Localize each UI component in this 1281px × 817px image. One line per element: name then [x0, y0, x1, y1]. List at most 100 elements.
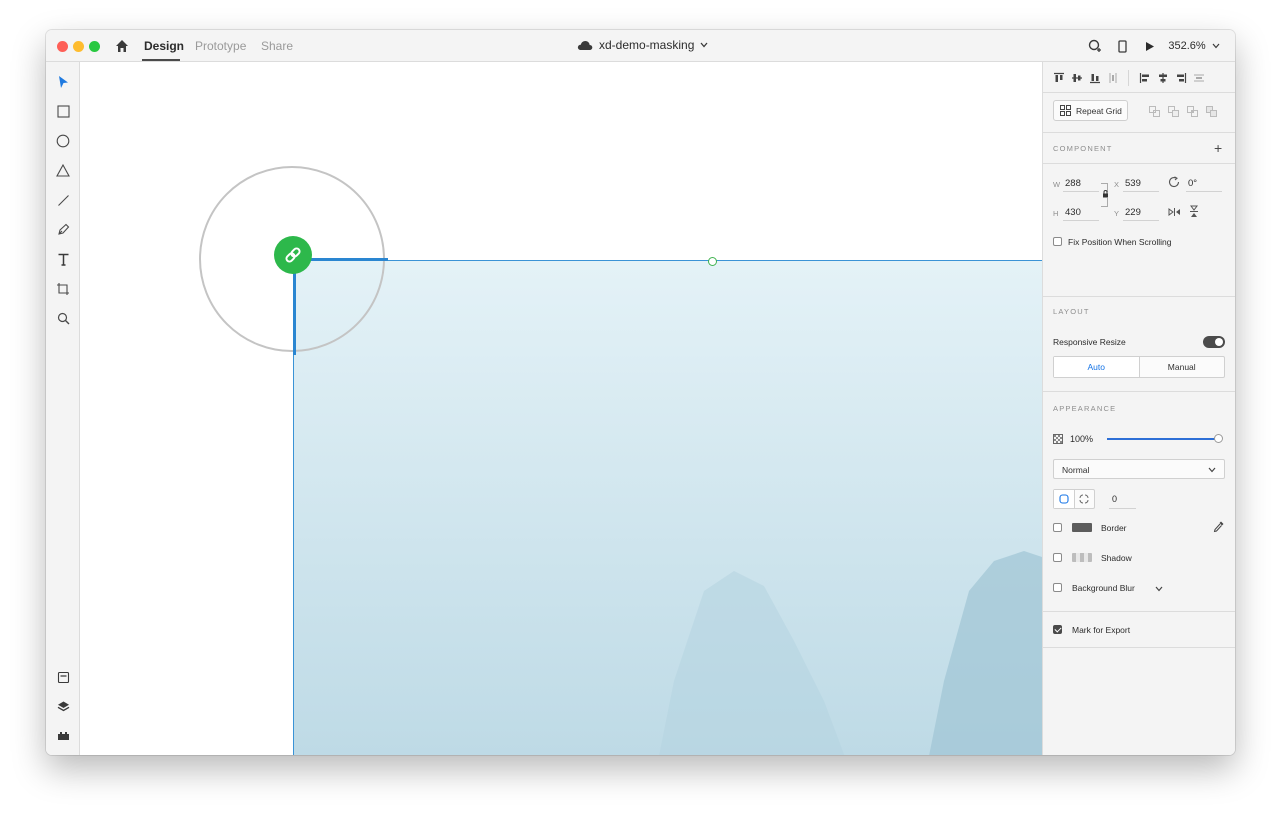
pen-tool-icon[interactable]: [54, 220, 72, 238]
resize-handle[interactable]: [708, 257, 717, 266]
opacity-slider-track[interactable]: [1107, 438, 1217, 440]
rotation-field[interactable]: 0°: [1188, 178, 1197, 189]
opacity-icon: [1053, 434, 1063, 446]
minimize-window-button[interactable]: [73, 41, 84, 52]
add-component-button[interactable]: +: [1214, 140, 1222, 156]
lock-icon[interactable]: [1102, 190, 1109, 200]
play-preview-icon[interactable]: [1143, 36, 1157, 56]
tab-share[interactable]: Share: [261, 39, 293, 53]
zoom-level-dropdown[interactable]: 352.6%: [1166, 36, 1222, 56]
border-checkbox[interactable]: [1053, 523, 1062, 532]
rectangle-tool-icon[interactable]: [54, 102, 72, 120]
background-blur-checkbox[interactable]: [1053, 583, 1062, 592]
tab-prototype[interactable]: Prototype: [195, 39, 246, 53]
border-color-swatch[interactable]: [1072, 523, 1092, 532]
align-center-icon[interactable]: [1157, 72, 1169, 84]
toolbar-divider: [1128, 70, 1129, 86]
zoom-tool-icon[interactable]: [54, 309, 72, 327]
plugins-panel-icon[interactable]: [54, 726, 72, 744]
shadow-color-swatch[interactable]: [1072, 553, 1092, 562]
maximize-window-button[interactable]: [89, 41, 100, 52]
opacity-value[interactable]: 100%: [1070, 434, 1093, 444]
chevron-down-icon[interactable]: [1155, 586, 1163, 592]
width-underline: [1063, 191, 1099, 192]
x-underline: [1123, 191, 1159, 192]
intersect-boolean-icon[interactable]: [1187, 106, 1198, 117]
opacity-slider-handle[interactable]: [1214, 434, 1223, 443]
repeat-grid-icon: [1060, 105, 1071, 116]
corner-mode-toggle: [1053, 489, 1095, 509]
align-bottom-icon[interactable]: [1089, 72, 1101, 84]
document-title: xd-demo-masking: [599, 38, 695, 52]
rotation-underline: [1186, 191, 1222, 192]
height-label: H: [1053, 209, 1059, 218]
subtract-boolean-icon[interactable]: [1168, 106, 1179, 117]
blend-mode-dropdown[interactable]: Normal: [1053, 459, 1225, 479]
shadow-checkbox[interactable]: [1053, 553, 1062, 562]
distribute-vertical-icon[interactable]: [1107, 72, 1119, 84]
select-tool-icon[interactable]: [54, 73, 72, 91]
line-tool-icon[interactable]: [54, 191, 72, 209]
divider: [1043, 611, 1235, 612]
tab-design[interactable]: Design: [144, 39, 184, 53]
align-right-icon[interactable]: [1175, 72, 1187, 84]
add-boolean-icon[interactable]: [1149, 106, 1160, 117]
uniform-corner-icon[interactable]: [1054, 490, 1075, 508]
distribute-horizontal-icon[interactable]: [1193, 72, 1205, 84]
chevron-down-icon: [1208, 467, 1216, 473]
text-tool-icon[interactable]: [54, 250, 72, 268]
resize-mode-segmented-control: Auto Manual: [1053, 356, 1225, 378]
active-tab-indicator: [142, 59, 180, 61]
x-field[interactable]: 539: [1125, 178, 1141, 189]
user-profile-icon[interactable]: [1087, 36, 1103, 56]
artboard-tool-icon[interactable]: [54, 280, 72, 298]
assets-panel-icon[interactable]: [54, 668, 72, 686]
responsive-resize-toggle[interactable]: [1203, 336, 1225, 348]
background-blur-label: Background Blur: [1072, 583, 1135, 593]
title-bar: Design Prototype Share xd-demo-masking 3…: [46, 30, 1235, 62]
resize-mode-auto-button[interactable]: Auto: [1054, 357, 1140, 377]
per-corner-icon[interactable]: [1075, 490, 1095, 508]
border-label: Border: [1101, 523, 1127, 533]
divider: [1043, 296, 1235, 297]
resize-mode-manual-button[interactable]: Manual: [1140, 357, 1225, 377]
fix-position-checkbox[interactable]: [1053, 237, 1062, 246]
blend-mode-value: Normal: [1062, 465, 1090, 475]
ellipse-tool-icon[interactable]: [54, 132, 72, 150]
document-title-menu[interactable]: xd-demo-masking: [577, 38, 708, 52]
eyedropper-icon[interactable]: [1213, 520, 1225, 535]
mountain-photo: [294, 261, 1042, 755]
flip-horizontal-icon[interactable]: [1168, 207, 1181, 219]
mark-for-export-checkbox[interactable]: [1053, 625, 1062, 634]
align-left-icon[interactable]: [1139, 72, 1151, 84]
home-icon[interactable]: [115, 39, 129, 53]
flip-vertical-icon[interactable]: [1189, 205, 1199, 220]
y-underline: [1123, 220, 1159, 221]
tool-bar: [46, 62, 80, 755]
divider: [1043, 647, 1235, 648]
shadow-label: Shadow: [1101, 553, 1132, 563]
width-label: W: [1053, 180, 1061, 189]
exclude-boolean-icon[interactable]: [1206, 106, 1217, 117]
masked-image[interactable]: [294, 261, 1042, 755]
corner-radius-field[interactable]: 0: [1112, 494, 1117, 504]
design-canvas[interactable]: [80, 62, 1042, 755]
y-field[interactable]: 229: [1125, 207, 1141, 218]
close-window-button[interactable]: [57, 41, 68, 52]
polygon-tool-icon[interactable]: [54, 161, 72, 179]
layers-panel-icon[interactable]: [54, 697, 72, 715]
responsive-resize-label: Responsive Resize: [1053, 337, 1126, 347]
height-field[interactable]: 430: [1065, 207, 1081, 218]
mark-for-export-label: Mark for Export: [1072, 625, 1131, 635]
layout-section-title: LAYOUT: [1053, 307, 1090, 316]
chevron-down-icon: [700, 42, 708, 48]
component-section-title: COMPONENT: [1053, 144, 1113, 153]
x-label: X: [1114, 180, 1120, 189]
device-preview-icon[interactable]: [1115, 36, 1129, 56]
divider: [1043, 391, 1235, 392]
repeat-grid-button[interactable]: Repeat Grid: [1053, 100, 1128, 121]
align-middle-icon[interactable]: [1071, 72, 1083, 84]
align-top-icon[interactable]: [1053, 72, 1065, 84]
repeat-grid-label: Repeat Grid: [1076, 105, 1122, 116]
width-field[interactable]: 288: [1065, 178, 1081, 189]
